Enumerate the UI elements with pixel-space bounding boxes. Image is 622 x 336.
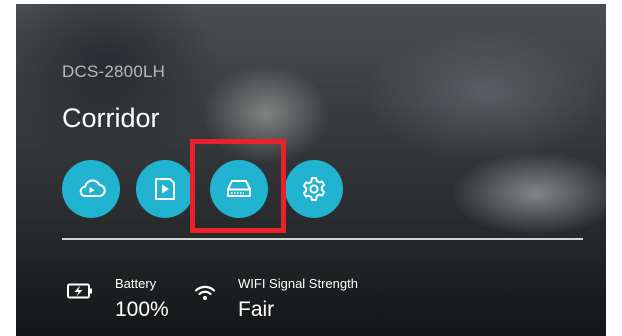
wifi-icon (194, 285, 216, 306)
cloud-recordings-button[interactable] (62, 160, 120, 218)
wifi-label: WIFI Signal Strength (238, 276, 358, 291)
device-model: DCS-2800LH (62, 62, 166, 81)
gear-icon (302, 177, 326, 201)
cloud-play-icon (79, 179, 106, 197)
camera-name: Corridor (62, 103, 160, 133)
camera-detail-screen: DCS-2800LH Corridor Battery 100% WIFI Si… (0, 0, 622, 336)
wifi-value: Fair (238, 298, 275, 321)
divider (62, 238, 583, 240)
video-playback-button[interactable] (136, 160, 194, 218)
battery-label: Battery (115, 276, 157, 291)
video-play-icon (155, 178, 175, 200)
settings-button[interactable] (285, 160, 343, 218)
battery-charging-icon (66, 282, 94, 305)
highlight-box (190, 139, 286, 233)
battery-value: 100% (115, 298, 169, 321)
